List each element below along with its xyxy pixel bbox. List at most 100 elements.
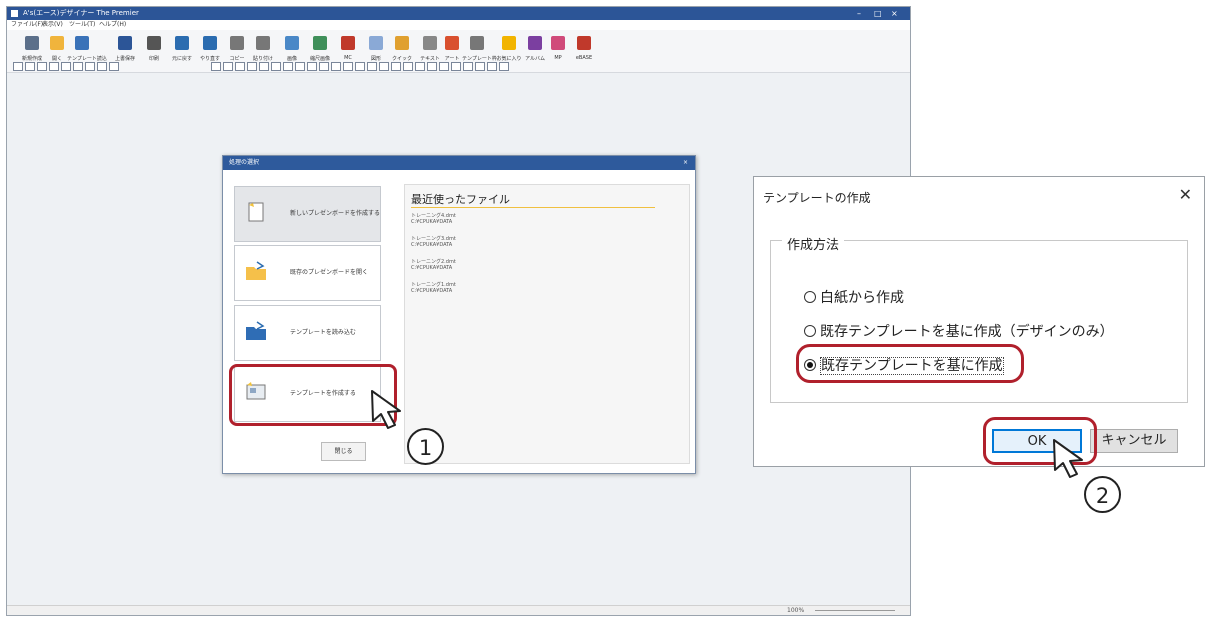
drawing-tool-button[interactable]: [367, 62, 377, 71]
save-icon: [118, 36, 132, 50]
cursor-arrow-icon: [371, 390, 401, 429]
app-icon: [11, 10, 18, 17]
new-board-icon: [245, 201, 267, 223]
radio-blank[interactable]: 白紙から作成: [804, 287, 904, 307]
dialog-title-bar: 処理の選択 ×: [223, 156, 695, 170]
shape-icon: [369, 36, 383, 50]
drawing-tool-button[interactable]: [391, 62, 401, 71]
drawing-tool-button[interactable]: [211, 62, 221, 71]
drawing-tool-button[interactable]: [319, 62, 329, 71]
drawing-tool-button[interactable]: [61, 62, 71, 71]
option-label: 既存のプレゼンボードを開く: [290, 269, 369, 276]
close-button[interactable]: 閉じる: [321, 442, 366, 461]
recent-file-path: C:¥CPUKA¥DATA: [411, 288, 453, 294]
window-title: A's(エース)デザイナー The Premier: [23, 9, 139, 17]
drawing-tool-button[interactable]: [25, 62, 35, 71]
drawing-tool-button[interactable]: [247, 62, 257, 71]
drawing-tool-button[interactable]: [295, 62, 305, 71]
drawing-tool-button[interactable]: [73, 62, 83, 71]
drawing-tool-button[interactable]: [331, 62, 341, 71]
close-icon[interactable]: ✕: [1179, 185, 1192, 204]
new-document-icon: [25, 36, 39, 50]
template-frame-icon: [470, 36, 484, 50]
drawing-tool-button[interactable]: [259, 62, 269, 71]
drawing-tool-button[interactable]: [499, 62, 509, 71]
menu-tools[interactable]: ツール(T): [69, 20, 95, 30]
drawing-tool-button[interactable]: [37, 62, 47, 71]
drawing-tool-button[interactable]: [109, 62, 119, 71]
dialog-title: テンプレートの作成: [763, 191, 871, 205]
highlight-frame: [796, 344, 1024, 383]
option-open-board[interactable]: 既存のプレゼンボードを開く: [234, 245, 381, 301]
radio-button[interactable]: [804, 325, 816, 337]
text-icon: [423, 36, 437, 50]
open-folder-icon: [50, 36, 64, 50]
recent-file-path: C:¥CPUKA¥DATA: [411, 242, 453, 248]
recent-file-item[interactable]: トレーニング1.dmt C:¥CPUKA¥DATA: [411, 282, 456, 294]
drawing-tool-button[interactable]: [343, 62, 353, 71]
ebase-icon: [577, 36, 591, 50]
recent-file-item[interactable]: トレーニング3.dmt C:¥CPUKA¥DATA: [411, 236, 456, 248]
open-board-icon: [245, 260, 267, 282]
menu-file[interactable]: ファイル(F): [11, 20, 43, 30]
menu-view[interactable]: 表示(V): [42, 20, 63, 30]
mc-icon: [341, 36, 355, 50]
drawing-tool-button[interactable]: [427, 62, 437, 71]
close-icon[interactable]: ×: [891, 7, 898, 20]
radio-button[interactable]: [804, 291, 816, 303]
template-create-dialog: テンプレートの作成 ✕ 作成方法 白紙から作成 既存テンプレートを基に作成（デザ…: [753, 176, 1205, 467]
copy-icon: [230, 36, 244, 50]
drawing-tool-button[interactable]: [97, 62, 107, 71]
drawing-tool-button[interactable]: [13, 62, 23, 71]
drawing-tool-button[interactable]: [355, 62, 365, 71]
option-load-template[interactable]: テンプレートを読み込む: [234, 305, 381, 361]
template-load-icon: [75, 36, 89, 50]
recent-file-item[interactable]: トレーニング4.dmt C:¥CPUKA¥DATA: [411, 213, 456, 225]
mp-icon: [551, 36, 565, 50]
option-label: テンプレートを読み込む: [290, 329, 356, 336]
drawing-tool-button[interactable]: [235, 62, 245, 71]
option-label: 新しいプレゼンボードを作成する: [290, 210, 381, 217]
zoom-level: 100%: [787, 607, 805, 614]
drawing-tool-button[interactable]: [85, 62, 95, 71]
drawing-toolbar: [7, 61, 910, 71]
drawing-tool-button[interactable]: [415, 62, 425, 71]
drawing-tool-button[interactable]: [223, 62, 233, 71]
recent-files-panel: 最近使ったファイル トレーニング4.dmt C:¥CPUKA¥DATA トレーニ…: [404, 184, 690, 464]
title-bar: A's(エース)デザイナー The Premier – □ ×: [7, 7, 910, 20]
drawing-tool-button[interactable]: [475, 62, 485, 71]
drawing-tool-button[interactable]: [439, 62, 449, 71]
recent-file-item[interactable]: トレーニング2.dmt C:¥CPUKA¥DATA: [411, 259, 456, 271]
recent-files-title: 最近使ったファイル: [411, 193, 510, 206]
paste-icon: [256, 36, 270, 50]
load-template-icon: [245, 320, 267, 342]
drawing-tool-button[interactable]: [49, 62, 59, 71]
print-icon: [147, 36, 161, 50]
drawing-tool-button[interactable]: [379, 62, 389, 71]
art-text-icon: [445, 36, 459, 50]
drawing-tool-button[interactable]: [487, 62, 497, 71]
radio-existing-design-only[interactable]: 既存テンプレートを基に作成（デザインのみ）: [804, 321, 1114, 341]
cancel-button[interactable]: キャンセル: [1090, 429, 1178, 453]
undo-icon: [175, 36, 189, 50]
drawing-tool-button[interactable]: [451, 62, 461, 71]
scaled-image-icon: [313, 36, 327, 50]
zoom-slider[interactable]: [815, 610, 895, 611]
minimize-icon[interactable]: –: [857, 7, 861, 20]
menu-bar: ファイル(F) 表示(V) ツール(T) ヘルプ(H): [7, 20, 910, 30]
radio-label: 白紙から作成: [820, 290, 904, 306]
menu-help[interactable]: ヘルプ(H): [99, 20, 126, 30]
radio-label: 既存テンプレートを基に作成（デザインのみ）: [820, 324, 1114, 340]
album-icon: [528, 36, 542, 50]
drawing-tool-button[interactable]: [307, 62, 317, 71]
drawing-tool-button[interactable]: [403, 62, 413, 71]
callout-number: 1: [407, 428, 444, 465]
option-new-board[interactable]: 新しいプレゼンボードを作成する: [234, 186, 381, 242]
maximize-icon[interactable]: □: [874, 7, 882, 20]
cursor-arrow-icon: [1053, 439, 1083, 478]
drawing-tool-button[interactable]: [271, 62, 281, 71]
choose-process-dialog: 処理の選択 × 新しいプレゼンボードを作成する 既存のプレゼンボードを開く テン…: [222, 155, 696, 474]
drawing-tool-button[interactable]: [283, 62, 293, 71]
drawing-tool-button[interactable]: [463, 62, 473, 71]
dialog-close-icon[interactable]: ×: [683, 156, 688, 170]
